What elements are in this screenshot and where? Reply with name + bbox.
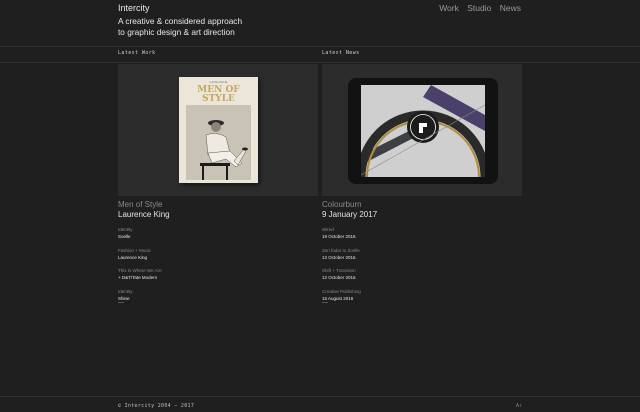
- main-nav: Work Studio News: [433, 3, 521, 13]
- book-title-line-2: STYLE: [202, 93, 235, 104]
- tagline-line-1: A creative & considered approach: [118, 16, 243, 26]
- list-item[interactable]: Fashion + Music Laurence King: [118, 248, 318, 269]
- nav-studio[interactable]: Studio: [467, 3, 491, 13]
- item-category: Creative Publishing: [322, 288, 361, 294]
- list-item[interactable]: Shift + Transition 12 October 2016: [322, 268, 522, 289]
- nav-work[interactable]: Work: [439, 3, 459, 13]
- latest-news-label: Latest News: [322, 50, 360, 56]
- item-name: Soelle: [118, 234, 131, 239]
- latest-work-label: Latest Work: [118, 50, 156, 56]
- work-list: Identity Soelle Fashion + Music Laurence…: [118, 227, 318, 306]
- brand-logo[interactable]: Intercity: [118, 3, 150, 13]
- item-date: 19 October 2016: [322, 234, 356, 239]
- news-image-card[interactable]: [322, 64, 522, 196]
- list-item[interactable]: Identity Shine —: [118, 289, 318, 306]
- item-category: This Is Where We Are: [118, 268, 162, 273]
- list-item[interactable]: This Is Where We Are + D&T/Tate Modern: [118, 268, 318, 289]
- item-name: + D&T/Tate Modern: [118, 275, 158, 280]
- item-category: Identity: [118, 227, 133, 232]
- item-category: Shift + Transition: [322, 268, 356, 273]
- divider-footer: [0, 396, 640, 397]
- divider-top: [0, 46, 640, 47]
- list-item[interactable]: Identity Soelle: [118, 227, 318, 248]
- news-title[interactable]: Colourburn: [322, 200, 362, 209]
- item-date: 12 October 2016: [322, 275, 356, 280]
- footer-copyright: © Intercity 2004 – 2017: [118, 403, 195, 409]
- item-category: Wired: [322, 227, 334, 232]
- seated-man-illustration: [186, 105, 251, 180]
- tagline-line-2: to graphic design & art direction: [118, 27, 235, 37]
- item-category: Identity: [118, 288, 133, 294]
- site-header: Intercity A creative & considered approa…: [0, 0, 640, 46]
- list-item[interactable]: Wired 19 October 2016: [322, 227, 522, 248]
- item-category: Zen fodar to Zoelle: [322, 247, 360, 253]
- work-title[interactable]: Men of Style: [118, 200, 162, 209]
- tagline: A creative & considered approach to grap…: [118, 16, 278, 38]
- item-category: Fashion + Music: [118, 247, 151, 253]
- news-list: Wired 19 October 2016 Zen fodar to Zoell…: [322, 227, 522, 306]
- book-publisher: CATALOGUE: [209, 80, 228, 84]
- book-photo: [186, 105, 251, 180]
- item-name: Laurence King: [118, 254, 148, 260]
- back-to-top-link[interactable]: A↑: [516, 403, 522, 409]
- work-image-card[interactable]: CATALOGUE MEN OF STYLE: [118, 64, 318, 196]
- item-date: 12 October 2016: [322, 254, 356, 260]
- bicycle-wheel-illustration: [361, 85, 485, 177]
- more-dash[interactable]: —: [322, 300, 522, 306]
- nav-news[interactable]: News: [500, 3, 521, 13]
- tablet-screen: [361, 85, 485, 177]
- list-item[interactable]: Creative Publishing 15 August 2016 —: [322, 289, 522, 306]
- list-item[interactable]: Zen fodar to Zoelle 12 October 2016: [322, 248, 522, 269]
- book-title: MEN OF STYLE: [179, 86, 258, 103]
- more-dash[interactable]: —: [118, 300, 318, 306]
- work-subtitle: Laurence King: [118, 210, 170, 219]
- tablet-image: [348, 78, 498, 184]
- news-date: 9 January 2017: [322, 210, 378, 219]
- book-cover-image: CATALOGUE MEN OF STYLE: [179, 77, 258, 183]
- divider-sections: [0, 62, 640, 63]
